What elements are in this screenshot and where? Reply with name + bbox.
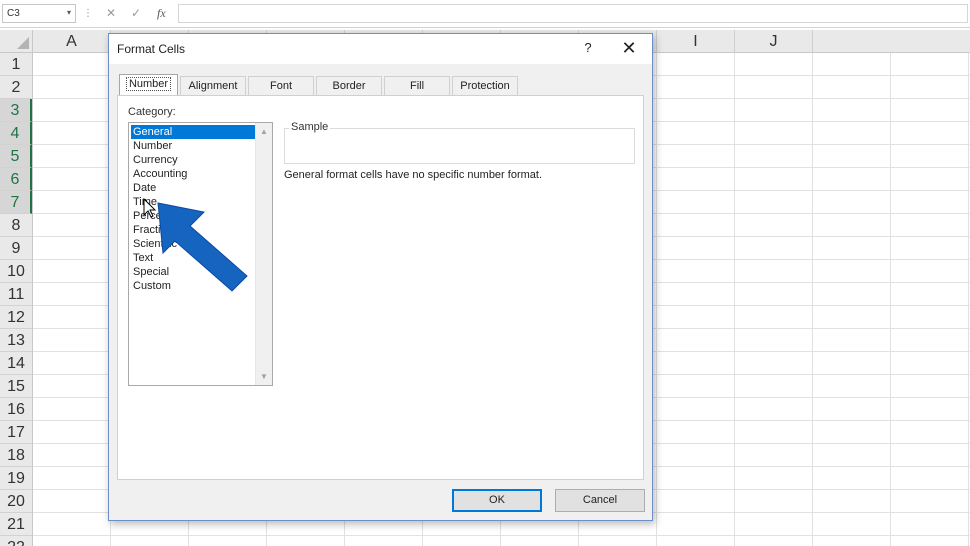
insert-function-icon[interactable]: fx — [157, 6, 166, 21]
category-item-custom[interactable]: Custom — [131, 279, 255, 293]
category-item-number[interactable]: Number — [131, 139, 255, 153]
name-box-value: C3 — [7, 8, 20, 19]
row-header[interactable]: 18 — [0, 444, 32, 467]
row-header[interactable]: 19 — [0, 467, 32, 490]
formula-input[interactable] — [178, 4, 968, 23]
category-item-text[interactable]: Text — [131, 251, 255, 265]
row-header[interactable]: 17 — [0, 421, 32, 444]
row-header[interactable]: 11 — [0, 283, 32, 306]
dialog-tabs: Number Alignment Font Border Fill Protec… — [117, 74, 647, 96]
tab-protection[interactable]: Protection — [452, 76, 518, 95]
row-header[interactable]: 22 — [0, 536, 32, 546]
name-box[interactable]: C3 ▾ — [2, 4, 76, 23]
scroll-up-icon[interactable]: ▲ — [256, 123, 272, 140]
row-header[interactable]: 9 — [0, 237, 32, 260]
tab-font[interactable]: Font — [248, 76, 314, 95]
dialog-title: Format Cells — [117, 42, 186, 56]
select-all-button[interactable] — [0, 30, 33, 53]
row-header[interactable]: 21 — [0, 513, 32, 536]
close-button[interactable]: ✕ — [615, 37, 643, 59]
tab-number[interactable]: Number — [119, 74, 178, 96]
scroll-down-icon[interactable]: ▼ — [256, 368, 272, 385]
row-header[interactable]: 6 — [0, 168, 32, 191]
category-item-fraction[interactable]: Fraction — [131, 223, 255, 237]
row-header[interactable]: 14 — [0, 352, 32, 375]
formula-bar-separator: ⋮ — [83, 8, 93, 19]
select-all-triangle-icon — [17, 37, 29, 49]
column-header[interactable]: J — [735, 30, 813, 53]
row-header[interactable]: 20 — [0, 490, 32, 513]
category-item-percentage[interactable]: Percentage — [131, 209, 255, 223]
category-item-general[interactable]: General — [131, 125, 255, 139]
tab-fill[interactable]: Fill — [384, 76, 450, 95]
row-header[interactable]: 10 — [0, 260, 32, 283]
tab-label: Number — [125, 77, 172, 91]
category-item-accounting[interactable]: Accounting — [131, 167, 255, 181]
category-item-scientific[interactable]: Scientific — [131, 237, 255, 251]
ok-button[interactable]: OK — [452, 489, 542, 512]
category-item-currency[interactable]: Currency — [131, 153, 255, 167]
close-icon: ✕ — [621, 38, 637, 58]
category-scrollbar[interactable]: ▲ ▼ — [255, 123, 272, 385]
category-item-date[interactable]: Date — [131, 181, 255, 195]
help-button[interactable]: ? — [579, 38, 597, 58]
sample-label: Sample — [289, 121, 331, 133]
checkmark-icon[interactable]: ✓ — [131, 6, 141, 20]
row-header[interactable]: 5 — [0, 145, 32, 168]
dialog-title-bar[interactable]: Format Cells ? ✕ — [109, 34, 652, 64]
row-header[interactable]: 16 — [0, 398, 32, 421]
category-item-special[interactable]: Special — [131, 265, 255, 279]
row-header[interactable]: 7 — [0, 191, 32, 214]
tab-border[interactable]: Border — [316, 76, 382, 95]
formula-bar: C3 ▾ ⋮ ✕ ✓ fx — [0, 0, 970, 28]
column-header[interactable]: A — [33, 30, 111, 53]
row-header[interactable]: 3 — [0, 99, 32, 122]
format-cells-dialog: Format Cells ? ✕ Number Alignment Font B… — [108, 33, 653, 521]
format-description: General format cells have no specific nu… — [284, 169, 543, 181]
row-header[interactable]: 12 — [0, 306, 32, 329]
row-header[interactable]: 1 — [0, 53, 32, 76]
chevron-down-icon[interactable]: ▾ — [67, 8, 71, 17]
number-tab-panel: Category: General Number Currency Accoun… — [117, 95, 644, 480]
row-header[interactable]: 15 — [0, 375, 32, 398]
category-list[interactable]: General Number Currency Accounting Date … — [128, 122, 273, 386]
cancel-button[interactable]: Cancel — [555, 489, 645, 512]
row-header[interactable]: 8 — [0, 214, 32, 237]
category-item-time[interactable]: Time — [131, 195, 255, 209]
cancel-icon[interactable]: ✕ — [106, 6, 116, 20]
column-header[interactable]: I — [657, 30, 735, 53]
row-header[interactable]: 13 — [0, 329, 32, 352]
category-label: Category: — [128, 106, 176, 118]
tab-alignment[interactable]: Alignment — [180, 76, 246, 95]
row-header[interactable]: 2 — [0, 76, 32, 99]
sample-box: Sample — [284, 121, 635, 164]
row-header[interactable]: 4 — [0, 122, 32, 145]
row-headers: 12345678910111213141516171819202122 — [0, 53, 33, 546]
